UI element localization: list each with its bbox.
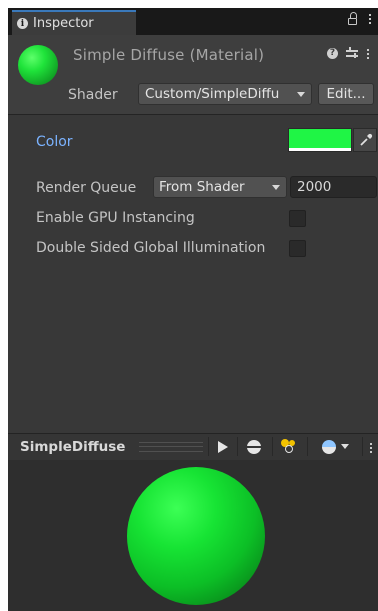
material-preview[interactable] — [8, 460, 378, 611]
play-icon — [218, 440, 228, 453]
preview-sphere — [127, 467, 265, 605]
gpu-instancing-label: Enable GPU Instancing — [36, 210, 195, 226]
preview-mesh-button[interactable] — [238, 434, 270, 459]
toolbar-separator — [208, 437, 209, 456]
header-tools: ? — [327, 47, 370, 59]
shader-label: Shader — [68, 87, 118, 103]
light-icon — [281, 438, 297, 455]
render-queue-dropdown[interactable]: From Shader — [153, 176, 287, 198]
toolbar-separator — [362, 437, 363, 456]
chevron-down-icon — [272, 184, 280, 190]
chevron-down-icon — [297, 91, 305, 97]
material-title: Simple Diffuse (Material) — [73, 46, 265, 64]
tab-inspector[interactable]: i Inspector — [12, 10, 136, 35]
color-swatch — [289, 129, 351, 148]
alpha-bar — [289, 148, 351, 151]
presets-icon[interactable] — [346, 47, 358, 59]
gpu-instancing-checkbox[interactable] — [289, 210, 306, 227]
sphere-mesh-icon — [247, 439, 261, 454]
render-queue-option: From Shader — [159, 179, 245, 195]
shader-dropdown[interactable]: Custom/SimpleDiffu — [138, 83, 312, 105]
material-thumbnail — [18, 45, 58, 85]
play-button[interactable] — [210, 434, 236, 459]
edit-shader-button[interactable]: Edit... — [318, 83, 374, 105]
tab-tools — [348, 12, 372, 26]
shader-value: Custom/SimpleDiffu — [145, 86, 280, 102]
color-field[interactable] — [288, 128, 352, 152]
lock-icon[interactable] — [348, 12, 358, 26]
double-sided-gi-checkbox[interactable] — [289, 240, 306, 257]
preview-resize-handle[interactable] — [139, 442, 203, 452]
chevron-down-icon — [340, 444, 349, 449]
more-menu-icon — [369, 441, 373, 453]
preview-menu-button[interactable] — [364, 434, 378, 459]
tab-label: Inspector — [33, 16, 94, 31]
inspector-window: i Inspector Simple Diffuse (Material) ? … — [8, 8, 378, 611]
preview-background-dropdown[interactable] — [309, 434, 361, 459]
preview-toolbar: SimpleDiffuse — [8, 433, 378, 461]
double-sided-gi-label: Double Sided Global Illumination — [36, 240, 266, 256]
tab-bar: i Inspector — [8, 8, 378, 35]
toolbar-separator — [307, 437, 308, 456]
info-icon: i — [17, 18, 28, 29]
more-menu-icon[interactable] — [366, 47, 370, 59]
render-queue-input[interactable]: 2000 — [290, 176, 377, 198]
eyedropper-icon — [360, 133, 373, 146]
help-icon[interactable]: ? — [327, 47, 338, 59]
preview-light-button[interactable] — [273, 434, 305, 459]
background-icon — [321, 439, 336, 454]
eyedropper-button[interactable] — [353, 128, 377, 152]
material-properties: Color Render Queue From Shader 2000 Enab… — [8, 115, 378, 435]
preview-title: SimpleDiffuse — [20, 439, 126, 455]
more-menu-icon[interactable] — [368, 12, 372, 26]
render-queue-label: Render Queue — [36, 180, 137, 196]
color-property-label: Color — [36, 134, 73, 150]
material-header: Simple Diffuse (Material) ? Shader Custo… — [8, 35, 378, 115]
